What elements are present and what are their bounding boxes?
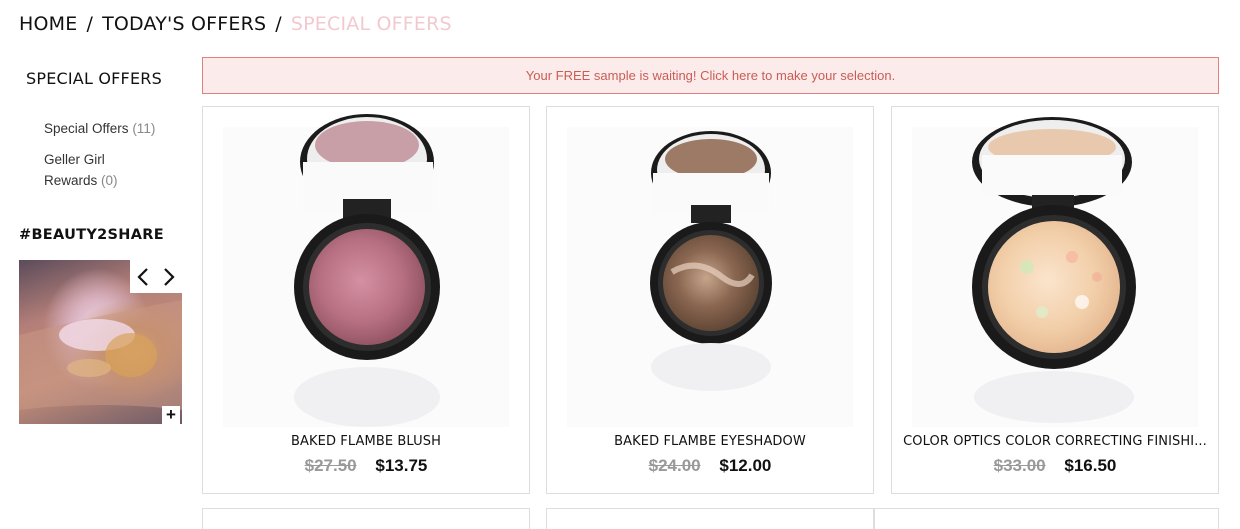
product-card[interactable]: BAKED FLAMBE BLUSH $27.50 $13.75 [202, 106, 530, 494]
product-card[interactable]: BAKED FLAMBE EYESHADOW $24.00 $12.00 [546, 106, 874, 494]
breadcrumb-separator: / [86, 13, 94, 35]
product-card-next-row[interactable] [202, 508, 530, 529]
filter-item-geller-girl-rewards[interactable]: Geller Girl Rewards (0) [44, 149, 134, 191]
filter-count: (11) [132, 121, 156, 136]
sidebar-title: SPECIAL OFFERS [26, 69, 162, 88]
filter-label: Special Offers [44, 121, 129, 136]
breadcrumb-todays-offers[interactable]: TODAY'S OFFERS [102, 13, 266, 35]
product-prices: $33.00 $16.50 [892, 456, 1218, 476]
product-image-eyeshadow [567, 127, 853, 427]
original-price: $33.00 [993, 456, 1046, 475]
product-card-next-row[interactable] [546, 508, 874, 529]
breadcrumb: HOME / TODAY'S OFFERS / SPECIAL OFFERS [19, 11, 452, 37]
filter-item-special-offers[interactable]: Special Offers (11) [44, 118, 184, 139]
product-image-color-optics [912, 117, 1198, 427]
product-card-next-row[interactable] [874, 508, 1219, 529]
ugc-photo[interactable]: + [19, 260, 182, 424]
original-price: $24.00 [648, 456, 701, 475]
filter-count: (0) [101, 173, 118, 188]
filter-list: Special Offers (11) Geller Girl Rewards … [44, 118, 184, 201]
ugc-carousel-nav [130, 260, 182, 293]
sale-price: $12.00 [719, 456, 772, 475]
product-name[interactable]: COLOR OPTICS COLOR CORRECTING FINISHI... [892, 434, 1218, 449]
product-card[interactable]: COLOR OPTICS COLOR CORRECTING FINISHI...… [891, 106, 1219, 494]
sale-price: $16.50 [1064, 456, 1117, 475]
product-name[interactable]: BAKED FLAMBE BLUSH [203, 434, 529, 449]
breadcrumb-current: SPECIAL OFFERS [290, 13, 452, 35]
plus-icon[interactable]: + [162, 406, 180, 424]
product-name[interactable]: BAKED FLAMBE EYESHADOW [547, 434, 873, 449]
filter-label: Geller Girl Rewards [44, 152, 105, 188]
product-image-blush [223, 114, 509, 427]
chevron-left-icon[interactable] [137, 267, 149, 286]
product-prices: $24.00 $12.00 [547, 456, 873, 476]
original-price: $27.50 [304, 456, 357, 475]
product-prices: $27.50 $13.75 [203, 456, 529, 476]
sale-price: $13.75 [375, 456, 428, 475]
beauty2share-heading: #BEAUTY2SHARE [19, 227, 164, 243]
free-sample-banner[interactable]: Your FREE sample is waiting! Click here … [202, 57, 1219, 94]
breadcrumb-home[interactable]: HOME [19, 13, 77, 35]
chevron-right-icon[interactable] [163, 267, 175, 286]
breadcrumb-separator: / [275, 13, 282, 35]
